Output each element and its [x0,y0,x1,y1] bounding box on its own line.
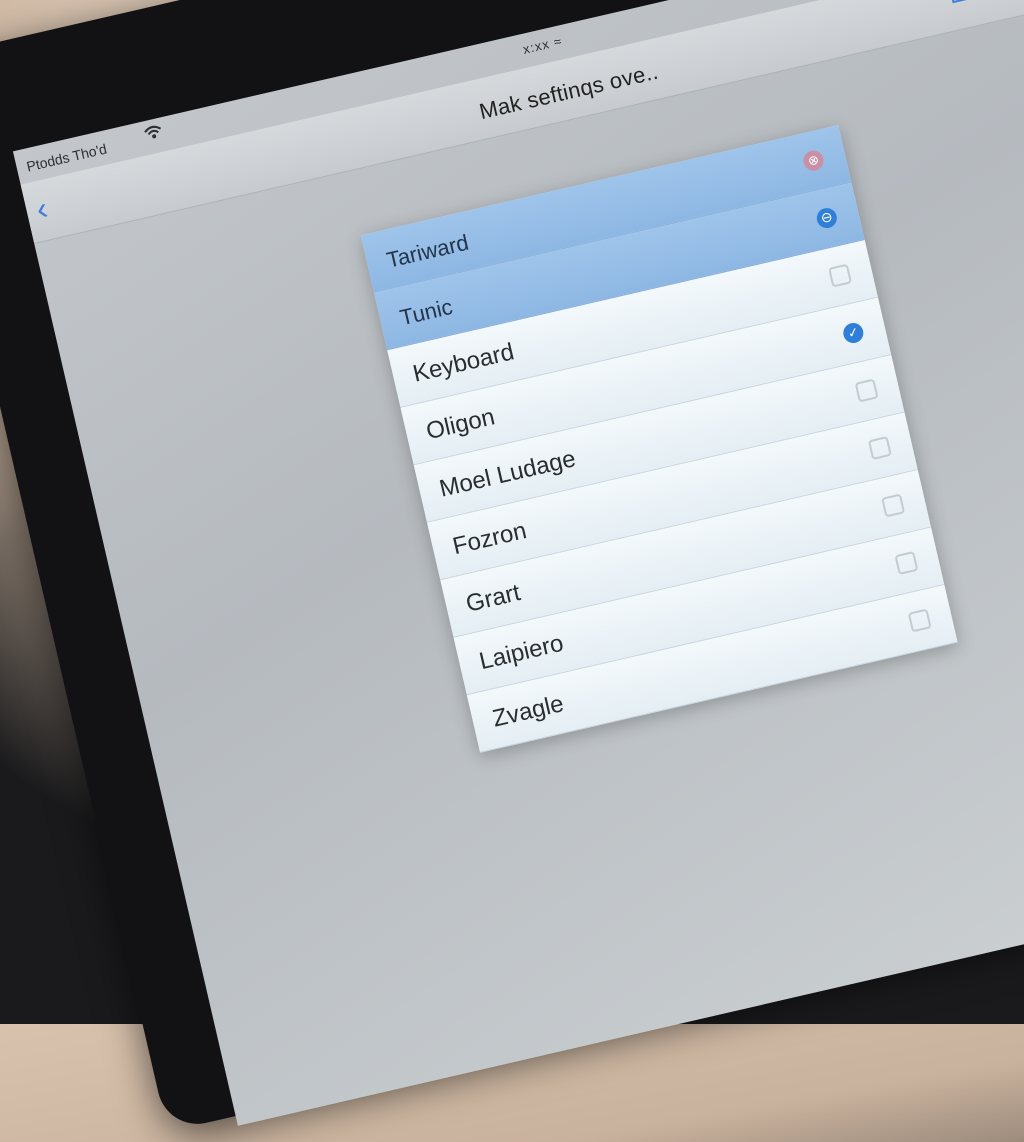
list-item-label: Grart [463,579,523,618]
tablet-screen: Ptodds Tho'd x:xx ≈ ‹ Mak seftinqs ove.. [12,0,1024,1126]
list-item-label: Zvagle [490,690,567,733]
remove-icon[interactable]: ⊗ [801,148,826,173]
clock-label: x:xx ≈ [521,33,564,57]
list-item-label: Fozron [450,517,530,561]
settings-list: Tariward ⊗ Tunic ⊖ Keyboard Oligon ✓ Moel L… [360,125,958,753]
checkbox[interactable] [881,493,906,518]
list-item-label: Tunic [397,293,455,331]
list-item-label: Tariward [384,229,471,273]
checkmark-icon[interactable]: ✓ [841,321,866,346]
wifi-icon [143,124,165,147]
checkbox[interactable] [894,550,919,575]
minus-circle-icon[interactable]: ⊖ [814,206,839,231]
list-item-label: Laipiero [476,629,567,676]
checkbox[interactable] [867,436,892,461]
checkbox[interactable] [828,263,853,288]
checkbox[interactable] [854,378,879,403]
checkbox[interactable] [907,608,932,633]
tablet-frame: Ptodds Tho'd x:xx ≈ ‹ Mak seftinqs ove.. [0,0,1024,1132]
list-item-label: Oligon [423,403,498,446]
list-item-label: Keyboard [410,338,517,388]
